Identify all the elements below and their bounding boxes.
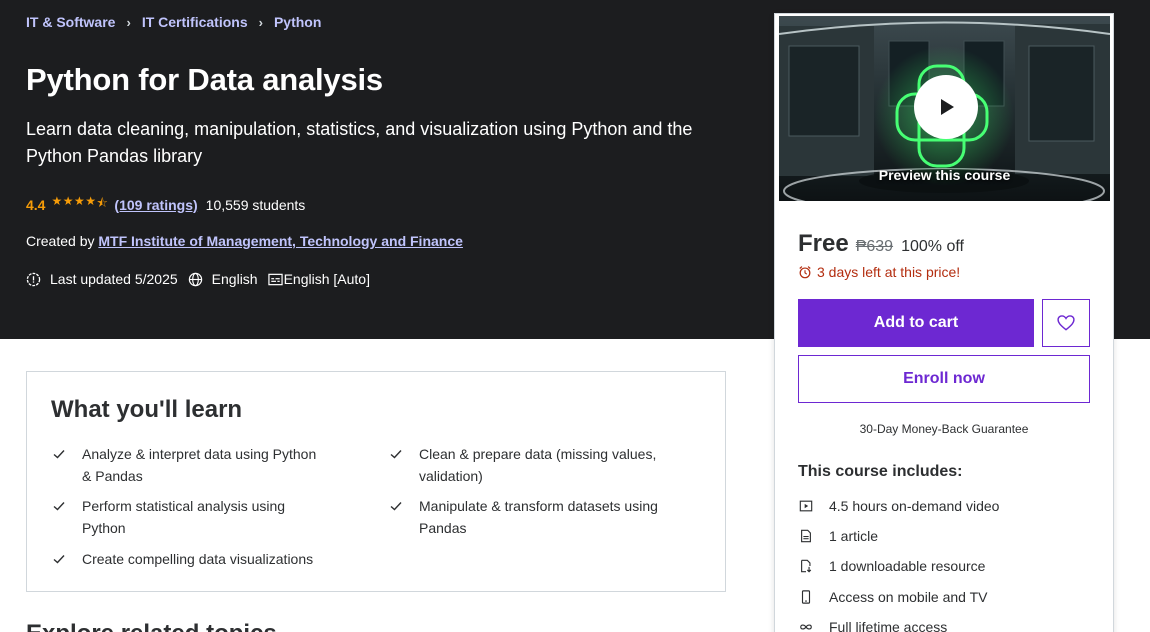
globe-icon [188, 272, 202, 286]
price-row: Free ₱639 100% off [798, 230, 964, 258]
created-by-label: Created by [26, 233, 95, 249]
breadcrumb-python[interactable]: Python [274, 14, 321, 30]
learn-item: Clean & prepare data (missing values, va… [388, 443, 658, 487]
purchase-sidebar: Preview this course Free ₱639 100% off 3… [774, 13, 1114, 632]
rating-value: 4.4 [26, 196, 46, 213]
check-icon [53, 555, 65, 564]
discount-percent: 100% off [901, 238, 964, 255]
urgency-text: 3 days left at this price! [817, 264, 961, 280]
rating-row: 4.4 ★ ★ ★ ★ ⯪ (109 ratings) 10,559 stude… [26, 194, 305, 215]
course-preview[interactable]: Preview this course [779, 16, 1110, 201]
preview-label: Preview this course [878, 167, 1011, 183]
check-icon [53, 450, 65, 459]
include-item: 1 downloadable resource [798, 558, 985, 574]
instructor-link[interactable]: MTF Institute of Management, Technology … [98, 233, 463, 249]
last-updated: Last updated 5/2025 [26, 271, 178, 287]
created-by: Created by MTF Institute of Management, … [26, 233, 463, 249]
original-price: ₱639 [855, 238, 894, 255]
include-item-text: 1 downloadable resource [829, 558, 986, 574]
include-item: Full lifetime access [798, 619, 947, 632]
include-item: Access on mobile and TV [798, 589, 988, 605]
related-topics-heading: Explore related topics [26, 620, 277, 632]
language: English [188, 271, 258, 287]
include-item: 1 article [798, 528, 878, 544]
price-urgency: 3 days left at this price! [798, 264, 960, 280]
learn-item: Create compelling data visualizations [51, 548, 321, 570]
include-item: 4.5 hours on-demand video [798, 498, 999, 514]
ratings-count-link[interactable]: (109 ratings) [114, 197, 197, 213]
include-item-text: 1 article [829, 528, 879, 544]
chevron-right-icon: › [258, 14, 263, 30]
play-icon [941, 99, 954, 115]
learn-title: What you'll learn [51, 396, 243, 423]
play-button[interactable] [914, 75, 978, 139]
chevron-right-icon: › [126, 14, 131, 30]
heart-icon [1057, 315, 1075, 331]
learn-item: Analyze & interpret data using Python & … [51, 443, 321, 487]
learn-item-text: Clean & prepare data (missing values, va… [419, 446, 657, 484]
money-back-guarantee: 30-Day Money-Back Guarantee [859, 422, 1029, 436]
wishlist-button[interactable] [1042, 299, 1090, 347]
course-subtitle: Learn data cleaning, manipulation, stati… [26, 119, 693, 166]
course-title: Python for Data analysis [26, 62, 383, 97]
closed-captions-icon [267, 273, 283, 285]
half-star-icon: ⯪ [96, 196, 109, 210]
language-text: English [211, 271, 258, 287]
captions-text: English [Auto] [283, 271, 370, 287]
check-icon [390, 502, 402, 511]
current-price: Free [798, 230, 849, 257]
check-icon [390, 450, 402, 459]
add-to-cart-button[interactable]: Add to cart [798, 299, 1034, 347]
include-item-text: Full lifetime access [829, 619, 948, 632]
star-icon: ★ [51, 194, 63, 208]
learn-item: Perform statistical analysis using Pytho… [51, 495, 321, 539]
video-icon [799, 500, 813, 512]
mobile-icon [801, 590, 811, 604]
includes-title: This course includes: [798, 463, 963, 480]
star-icon: ★ [74, 194, 86, 208]
include-item-text: Access on mobile and TV [829, 589, 988, 605]
infinity-icon [800, 624, 812, 630]
alarm-clock-icon [799, 266, 811, 279]
article-icon [801, 529, 811, 543]
learn-item-text: Create compelling data visualizations [82, 551, 314, 567]
enroll-now-button[interactable]: Enroll now [798, 355, 1090, 403]
include-item-text: 4.5 hours on-demand video [829, 498, 1000, 514]
breadcrumb-it-certifications[interactable]: IT Certifications [142, 14, 248, 30]
captions: English [Auto] [267, 271, 370, 287]
download-icon [801, 559, 812, 573]
last-updated-text: Last updated 5/2025 [50, 271, 178, 287]
breadcrumb: IT & Software › IT Certifications › Pyth… [26, 14, 321, 30]
learn-item-text: Manipulate & transform datasets using Pa… [419, 498, 658, 536]
alert-badge-icon [26, 272, 41, 286]
learn-item-text: Perform statistical analysis using Pytho… [82, 498, 286, 536]
star-icon: ★ [85, 194, 97, 208]
breadcrumb-it-software[interactable]: IT & Software [26, 14, 115, 30]
learn-item-text: Analyze & interpret data using Python & … [82, 446, 317, 484]
check-icon [53, 502, 65, 511]
students-count: 10,559 students [205, 196, 306, 213]
course-meta: Last updated 5/2025 English English [Aut… [26, 271, 380, 287]
what-you-will-learn: What you'll learn Analyze & interpret da… [26, 371, 726, 592]
star-icon: ★ [62, 194, 74, 208]
learn-item: Manipulate & transform datasets using Pa… [388, 495, 658, 539]
star-rating: ★ ★ ★ ★ ⯪ [51, 194, 108, 215]
